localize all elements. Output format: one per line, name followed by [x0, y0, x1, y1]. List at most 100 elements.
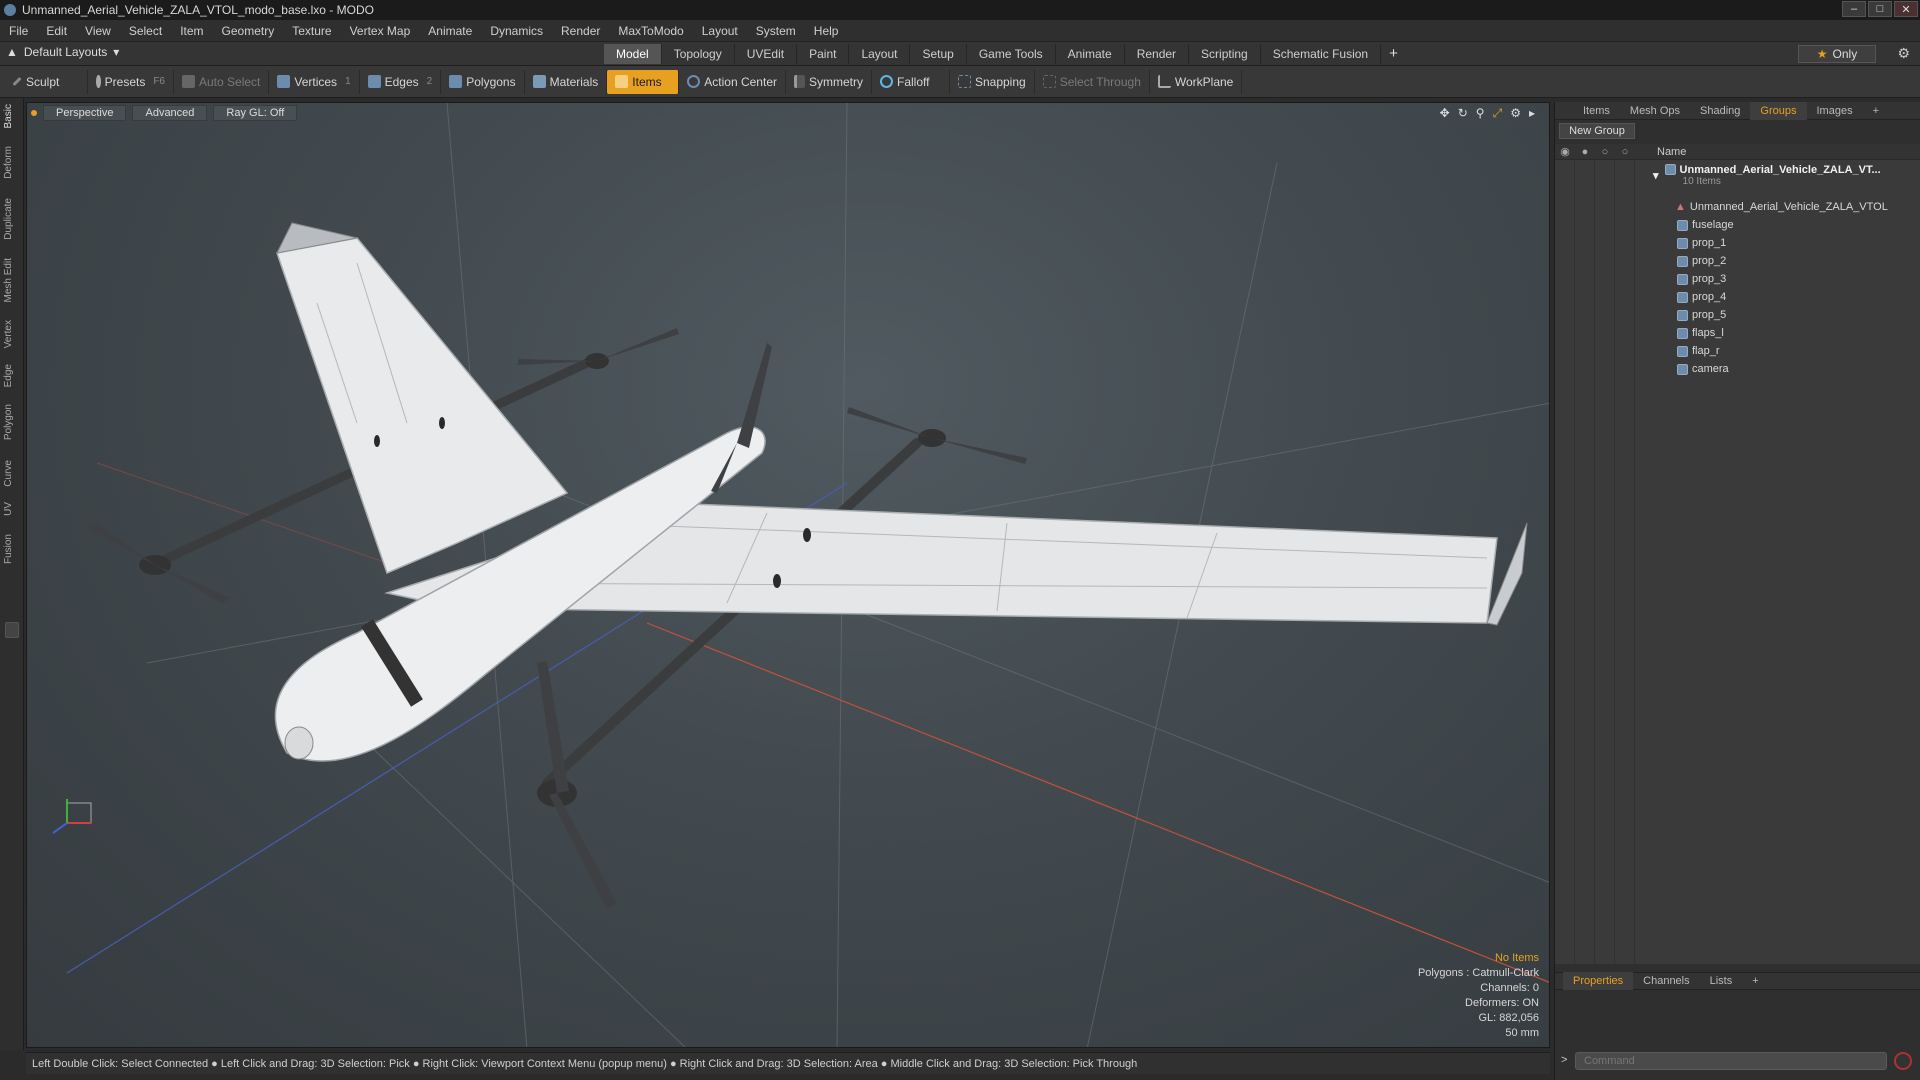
edges-button[interactable]: Edges 2	[360, 69, 442, 94]
lefttab-basic[interactable]: Basic	[3, 104, 21, 128]
falloff-button[interactable]: Falloff	[872, 69, 950, 94]
tab-schematic-fusion[interactable]: Schematic Fusion	[1261, 44, 1382, 64]
layout-selector[interactable]: ▲ Default Layouts ▾	[6, 45, 119, 59]
lefttab-deform[interactable]: Deform	[3, 146, 21, 179]
lefttab-polygon[interactable]: Polygon	[3, 404, 21, 440]
3d-viewport[interactable]: Perspective Advanced Ray GL: Off ✥ ↻ ⚲ ⤢…	[26, 102, 1550, 1048]
lefttab-uv[interactable]: UV	[3, 502, 21, 516]
tab-model[interactable]: Model	[604, 44, 662, 64]
symmetry-button[interactable]: Symmetry	[786, 69, 872, 94]
tab-uvedit[interactable]: UVEdit	[735, 44, 798, 64]
select-col-icon[interactable]: ○	[1615, 146, 1635, 158]
advanced-button[interactable]: Advanced	[132, 105, 208, 121]
render-col-icon[interactable]: ○	[1595, 146, 1615, 158]
menu-file[interactable]: File	[0, 24, 37, 38]
add-tab-button[interactable]: +	[1381, 44, 1406, 64]
fit-view-icon[interactable]: ⤢	[1493, 106, 1503, 121]
menu-render[interactable]: Render	[552, 24, 609, 38]
maximize-button[interactable]: □	[1868, 1, 1892, 17]
tab-setup[interactable]: Setup	[910, 44, 967, 64]
tab-paint[interactable]: Paint	[797, 44, 850, 64]
tree-row-item[interactable]: prop_5	[1555, 306, 1920, 324]
menu-animate[interactable]: Animate	[419, 24, 481, 38]
left-panel-toggle[interactable]	[5, 622, 19, 638]
lock-col-icon[interactable]: ●	[1575, 146, 1595, 158]
tab-channels[interactable]: Channels	[1633, 975, 1699, 987]
materials-button[interactable]: Materials	[525, 69, 608, 94]
tree-row-item[interactable]: prop_3	[1555, 270, 1920, 288]
presets-button[interactable]: Presets F6	[88, 69, 174, 94]
raygl-button[interactable]: Ray GL: Off	[213, 105, 298, 121]
add-panel-tab-button[interactable]: +	[1863, 105, 1889, 117]
select-through-button[interactable]: Select Through	[1035, 69, 1150, 94]
lefttab-duplicate[interactable]: Duplicate	[3, 198, 21, 240]
vertices-button[interactable]: Vertices 1	[269, 69, 360, 94]
tab-images[interactable]: Images	[1807, 105, 1863, 117]
menu-view[interactable]: View	[76, 24, 120, 38]
menu-maxtomodo[interactable]: MaxToModo	[609, 24, 692, 38]
tree-row-item[interactable]: prop_1	[1555, 234, 1920, 252]
menu-layout[interactable]: Layout	[693, 24, 747, 38]
tree-row-item[interactable]: flap_r	[1555, 342, 1920, 360]
polygons-button[interactable]: Polygons	[441, 69, 525, 94]
tree-row-root[interactable]: ▾ Unmanned_Aerial_Vehicle_ZALA_VT... 10 …	[1555, 162, 1920, 188]
expand-icon[interactable]: ▾	[1653, 169, 1659, 182]
tab-render[interactable]: Render	[1125, 44, 1190, 64]
name-column-header[interactable]: Name	[1657, 146, 1686, 158]
tree-row-item[interactable]: camera	[1555, 360, 1920, 378]
command-stop-icon[interactable]	[1894, 1052, 1912, 1070]
tab-topology[interactable]: Topology	[662, 44, 735, 64]
tab-mesh-ops[interactable]: Mesh Ops	[1620, 105, 1690, 117]
command-input[interactable]	[1575, 1052, 1887, 1070]
menu-edit[interactable]: Edit	[37, 24, 76, 38]
tree-row-item[interactable]: flaps_l	[1555, 324, 1920, 342]
lefttab-mesh-edit[interactable]: Mesh Edit	[3, 258, 21, 302]
tree-row-item[interactable]: ▲ Unmanned_Aerial_Vehicle_ZALA_VTOL	[1555, 198, 1920, 216]
tab-scripting[interactable]: Scripting	[1189, 44, 1261, 64]
sculpt-button[interactable]: Sculpt	[4, 69, 88, 94]
tab-shading[interactable]: Shading	[1690, 105, 1750, 117]
viewport-settings-icon[interactable]: ⚙	[1510, 106, 1521, 121]
menu-select[interactable]: Select	[120, 24, 171, 38]
visibility-col-icon[interactable]: ◉	[1555, 145, 1575, 158]
tree-row-item[interactable]: prop_2	[1555, 252, 1920, 270]
tab-groups[interactable]: Groups	[1750, 101, 1807, 120]
menu-system[interactable]: System	[747, 24, 805, 38]
rotate-view-icon[interactable]: ↻	[1458, 106, 1468, 121]
only-button[interactable]: ★ Only	[1798, 45, 1876, 63]
layout-toggle-icon[interactable]: ▲	[6, 45, 18, 59]
tab-animate[interactable]: Animate	[1056, 44, 1125, 64]
menu-texture[interactable]: Texture	[283, 24, 340, 38]
tab-game-tools[interactable]: Game Tools	[967, 44, 1056, 64]
perspective-button[interactable]: Perspective	[43, 105, 127, 121]
tab-properties[interactable]: Properties	[1563, 972, 1634, 990]
snapping-button[interactable]: Snapping	[950, 69, 1035, 94]
move-view-icon[interactable]: ✥	[1440, 106, 1450, 121]
add-props-tab-button[interactable]: +	[1742, 975, 1768, 987]
lefttab-edge[interactable]: Edge	[3, 364, 21, 387]
items-button[interactable]: Items	[607, 69, 680, 94]
viewport-menu-dot[interactable]	[31, 110, 37, 116]
lefttab-curve[interactable]: Curve	[3, 460, 21, 487]
menu-help[interactable]: Help	[805, 24, 848, 38]
tab-layout[interactable]: Layout	[849, 44, 911, 64]
tree-row-item[interactable]: prop_4	[1555, 288, 1920, 306]
tab-items[interactable]: Items	[1555, 105, 1620, 117]
menu-geometry[interactable]: Geometry	[213, 24, 284, 38]
tree-row-item[interactable]: fuselage	[1555, 216, 1920, 234]
new-group-button[interactable]: New Group	[1559, 123, 1635, 139]
lefttab-vertex[interactable]: Vertex	[3, 320, 21, 348]
close-button[interactable]: ✕	[1894, 1, 1918, 17]
minimize-button[interactable]: –	[1842, 1, 1866, 17]
zoom-view-icon[interactable]: ⚲	[1476, 106, 1485, 121]
lefttab-fusion[interactable]: Fusion	[3, 534, 21, 564]
action-center-button[interactable]: Action Center	[679, 69, 786, 94]
gear-icon[interactable]: ⚙	[1897, 45, 1910, 62]
auto-select-button[interactable]: Auto Select	[174, 69, 270, 94]
menu-vertex-map[interactable]: Vertex Map	[341, 24, 420, 38]
menu-item[interactable]: Item	[171, 24, 212, 38]
menu-dynamics[interactable]: Dynamics	[481, 24, 552, 38]
tab-lists[interactable]: Lists	[1700, 975, 1743, 987]
workplane-button[interactable]: WorkPlane	[1150, 69, 1243, 94]
viewport-expand-icon[interactable]: ▸	[1529, 106, 1535, 121]
